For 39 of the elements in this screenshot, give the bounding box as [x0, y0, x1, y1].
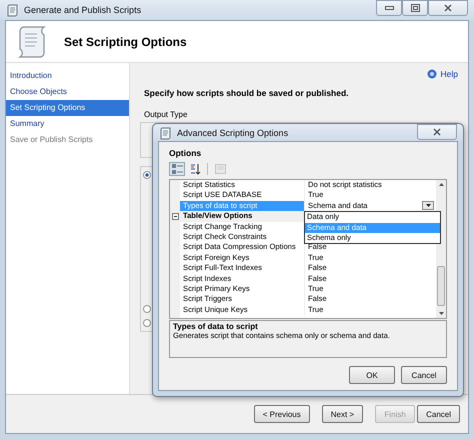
- minimize-button[interactable]: [376, 0, 402, 16]
- output-type-label: Output Type: [144, 110, 188, 119]
- sort-icon: [190, 164, 200, 174]
- maximize-button[interactable]: [402, 0, 428, 16]
- sidebar-item[interactable]: Introduction: [6, 68, 129, 84]
- close-icon: [444, 4, 452, 12]
- dialog-button[interactable]: OK: [349, 366, 395, 384]
- help-link[interactable]: Help: [426, 69, 458, 79]
- sidebar-item[interactable]: Set Scripting Options: [6, 100, 129, 116]
- help-icon: [426, 69, 437, 79]
- scroll-icon: [6, 3, 20, 17]
- close-icon: [433, 128, 441, 136]
- list-icon: [172, 164, 182, 174]
- description-title: Types of data to script: [173, 322, 259, 331]
- maximize-icon: [410, 4, 420, 12]
- dialog-button[interactable]: Cancel: [401, 366, 447, 384]
- dropdown-button[interactable]: [422, 201, 434, 210]
- pages-icon: [214, 164, 226, 174]
- wizard-button[interactable]: < Previous: [254, 405, 310, 423]
- window-title: Generate and Publish Scripts: [24, 5, 142, 15]
- wizard-button[interactable]: Next >: [322, 405, 364, 423]
- scrollbar-thumb[interactable]: [437, 266, 445, 306]
- radio-button[interactable]: [143, 319, 151, 327]
- sidebar-item[interactable]: Choose Objects: [6, 84, 129, 100]
- caret-icon: [426, 204, 430, 208]
- collapse-icon[interactable]: [170, 212, 180, 220]
- options-label: Options: [169, 148, 202, 158]
- radio-button[interactable]: [143, 305, 151, 313]
- minimize-icon: [384, 6, 394, 10]
- wizard-button[interactable]: Cancel: [417, 405, 460, 423]
- dialog-title: Advanced Scripting Options: [177, 128, 288, 138]
- radio-button[interactable]: [143, 171, 151, 179]
- sidebar-item[interactable]: Summary: [6, 116, 129, 132]
- instruction-text: Specify how scripts should be saved or published.: [144, 88, 350, 98]
- scroll-up-icon: [438, 183, 444, 186]
- close-button[interactable]: [417, 124, 457, 140]
- close-button[interactable]: [428, 0, 468, 16]
- page-title: Set Scripting Options: [64, 34, 187, 48]
- scroll-down-icon: [438, 312, 444, 315]
